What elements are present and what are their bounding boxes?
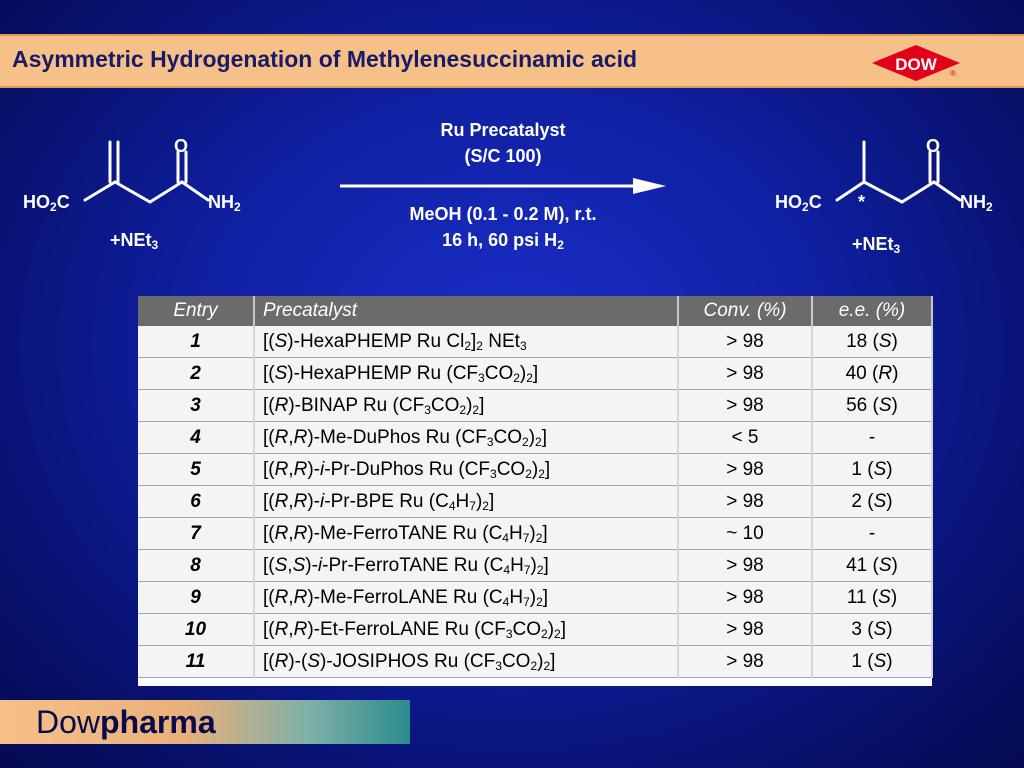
precatalyst-cell: [(R,R)-i-Pr-BPE Ru (C4H7)2] (254, 485, 679, 518)
precatalyst-cell: [(R,R)-Me-FerroLANE Ru (C4H7)2] (254, 581, 679, 614)
conversion-cell: > 98 (678, 549, 813, 582)
ee-cell: - (812, 421, 933, 454)
entry-cell: 10 (138, 613, 255, 646)
entry-cell: 4 (138, 421, 255, 454)
product-stereocenter: * (858, 192, 866, 212)
conversion-cell: > 98 (678, 326, 813, 358)
entry-cell: 9 (138, 581, 255, 614)
slide-title: Asymmetric Hydrogenation of Methylenesuc… (12, 46, 638, 72)
dow-logo-mark: ® (950, 69, 956, 78)
product-right-group: NH2 (960, 192, 993, 214)
conversion-cell: < 5 (678, 421, 813, 454)
brand-part-dow: Dow (36, 704, 101, 740)
ee-cell: 2 (S) (812, 485, 933, 518)
ee-cell: - (812, 517, 933, 550)
table-row: 5 [(R,R)-i-Pr-DuPhos Ru (CF3CO2)2] > 98 … (138, 453, 933, 486)
conversion-cell: > 98 (678, 613, 813, 646)
ee-cell: 56 (S) (812, 389, 933, 422)
condition-line-1: Ru Precatalyst (440, 120, 566, 140)
condition-line-2: (S/C 100) (464, 146, 542, 166)
entry-cell: 8 (138, 549, 255, 582)
reactant-right-group: NH2 (208, 192, 241, 214)
ee-cell: 40 (R) (812, 357, 933, 390)
table-row: 11 [(R)-(S)-JOSIPHOS Ru (CF3CO2)2] > 98 … (138, 645, 933, 678)
entry-cell: 3 (138, 389, 255, 422)
precatalyst-cell: [(R,R)-Et-FerroLANE Ru (CF3CO2)2] (254, 613, 679, 646)
precatalyst-cell: [(R)-BINAP Ru (CF3CO2)2] (254, 389, 679, 422)
conversion-cell: ~ 10 (678, 517, 813, 550)
precatalyst-cell: [(R)-(S)-JOSIPHOS Ru (CF3CO2)2] (254, 645, 679, 678)
table-row: 2 [(S)-HexaPHEMP Ru (CF3CO2)2] > 98 40 (… (138, 357, 933, 390)
condition-line-3: MeOH (0.1 - 0.2 M), r.t. (409, 204, 597, 224)
table-header-row: Entry Precatalyst Conv. (%) e.e. (%) (138, 296, 933, 326)
header-precatalyst: Precatalyst (254, 296, 679, 326)
brand-part-pharma: pharma (100, 704, 216, 740)
table-row: 1 [(S)-HexaPHEMP Ru Cl2]2 NEt3 > 98 18 (… (138, 326, 933, 358)
table-row: 10 [(R,R)-Et-FerroLANE Ru (CF3CO2)2] > 9… (138, 613, 933, 646)
table-row: 3 [(R)-BINAP Ru (CF3CO2)2] > 98 56 (S) (138, 389, 933, 422)
reaction-scheme: O HO2C NH2 +NEt3 Ru Precatalyst (S/C 100… (0, 100, 1024, 280)
product-carbonyl-o: O (926, 136, 941, 156)
header-entry: Entry (138, 296, 255, 326)
conversion-cell: > 98 (678, 581, 813, 614)
condition-line-4: 16 h, 60 psi H2 (442, 230, 564, 252)
title-bar: Asymmetric Hydrogenation of Methylenesuc… (0, 34, 1024, 88)
precatalyst-cell: [(R,R)-i-Pr-DuPhos Ru (CF3CO2)2] (254, 453, 679, 486)
conversion-cell: > 98 (678, 357, 813, 390)
dow-logo: DOW ® (870, 42, 962, 84)
entry-cell: 6 (138, 485, 255, 518)
table-row: 9 [(R,R)-Me-FerroLANE Ru (C4H7)2] > 98 1… (138, 581, 933, 614)
product-salt: +NEt3 (852, 234, 901, 256)
table-row: 8 [(S,S)-i-Pr-FerroTANE Ru (C4H7)2] > 98… (138, 549, 933, 582)
precatalyst-cell: [(S,S)-i-Pr-FerroTANE Ru (C4H7)2] (254, 549, 679, 582)
conversion-cell: > 98 (678, 453, 813, 486)
reactant-salt: +NEt3 (110, 230, 159, 252)
entry-cell: 1 (138, 326, 255, 358)
results-table: Entry Precatalyst Conv. (%) e.e. (%) 1 [… (138, 296, 933, 686)
header-ee: e.e. (%) (812, 296, 933, 326)
ee-cell: 1 (S) (812, 453, 933, 486)
product-left-group: HO2C (775, 192, 822, 214)
ee-cell: 18 (S) (812, 326, 933, 358)
reaction-arrow (340, 178, 666, 194)
entry-cell: 7 (138, 517, 255, 550)
entry-cell: 11 (138, 645, 255, 678)
precatalyst-cell: [(S)-HexaPHEMP Ru (CF3CO2)2] (254, 357, 679, 390)
ee-cell: 41 (S) (812, 549, 933, 582)
conversion-cell: > 98 (678, 389, 813, 422)
entry-cell: 2 (138, 357, 255, 390)
precatalyst-cell: [(R,R)-Me-DuPhos Ru (CF3CO2)2] (254, 421, 679, 454)
ee-cell: 11 (S) (812, 581, 933, 614)
conversion-cell: > 98 (678, 645, 813, 678)
ee-cell: 3 (S) (812, 613, 933, 646)
header-conversion: Conv. (%) (678, 296, 813, 326)
table-row: 7 [(R,R)-Me-FerroTANE Ru (C4H7)2] ~ 10 - (138, 517, 933, 550)
precatalyst-cell: [(R,R)-Me-FerroTANE Ru (C4H7)2] (254, 517, 679, 550)
footer-brand-bar: Dowpharma (0, 700, 410, 744)
table-row: 6 [(R,R)-i-Pr-BPE Ru (C4H7)2] > 98 2 (S) (138, 485, 933, 518)
reactant-carbonyl-o: O (174, 136, 189, 156)
entry-cell: 5 (138, 453, 255, 486)
reactant-left-group: HO2C (23, 192, 70, 214)
dowpharma-logo: Dowpharma (36, 704, 216, 741)
table-row: 4 [(R,R)-Me-DuPhos Ru (CF3CO2)2] < 5 - (138, 421, 933, 454)
precatalyst-cell: [(S)-HexaPHEMP Ru Cl2]2 NEt3 (254, 326, 679, 358)
conversion-cell: > 98 (678, 485, 813, 518)
ee-cell: 1 (S) (812, 645, 933, 678)
dow-logo-text: DOW (895, 55, 938, 74)
